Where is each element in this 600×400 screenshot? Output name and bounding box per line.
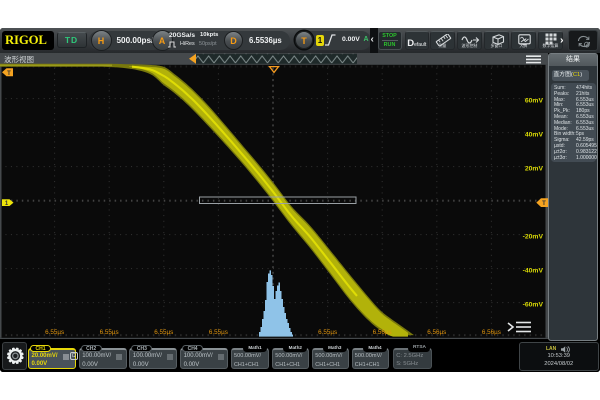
- svg-text:6.55µs: 6.55µs: [100, 329, 119, 336]
- svg-text:6.55µs: 6.55µs: [209, 329, 228, 336]
- svg-text:T: T: [542, 201, 546, 207]
- svg-text:-60mV: -60mV: [523, 301, 544, 308]
- svg-text:T: T: [7, 71, 11, 77]
- svg-text:6.56µs: 6.56µs: [482, 329, 501, 336]
- svg-text:20mV: 20mV: [525, 165, 544, 172]
- svg-text:6.56µs: 6.56µs: [427, 329, 446, 336]
- svg-text:40mV: 40mV: [525, 131, 544, 138]
- svg-text:-40mV: -40mV: [523, 267, 544, 274]
- svg-text:-20mV: -20mV: [523, 233, 544, 240]
- svg-text:60mV: 60mV: [525, 97, 544, 104]
- svg-text:波形视图: 波形视图: [4, 54, 34, 64]
- svg-text:6.55µs: 6.55µs: [318, 329, 337, 336]
- svg-text:6.55µs: 6.55µs: [154, 329, 173, 336]
- svg-text:6.55µs: 6.55µs: [45, 329, 64, 336]
- svg-text:6.56µs: 6.56µs: [373, 329, 392, 336]
